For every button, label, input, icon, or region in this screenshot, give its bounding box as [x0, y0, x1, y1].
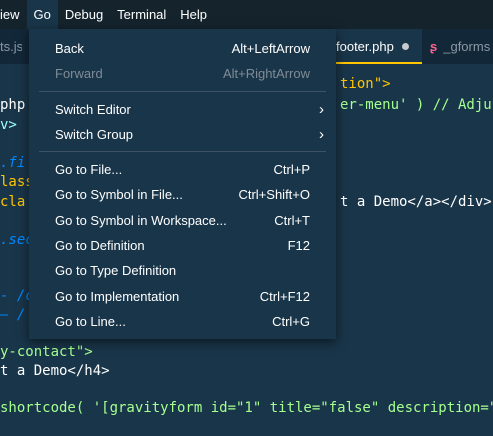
- menu-item-label: Back: [55, 41, 84, 56]
- code-fragment: — /: [0, 307, 26, 323]
- menu-item-label: Go to Definition: [55, 238, 145, 254]
- menu-debug[interactable]: Debug: [58, 0, 110, 29]
- chevron-right-icon: ›: [319, 125, 324, 143]
- code-fragment: t a Demo</a></div>: [340, 194, 492, 210]
- menu-item-label: Go to Type Definition: [55, 263, 177, 279]
- menu-item-label: Forward: [55, 66, 103, 82]
- code-fragment: php: [0, 97, 26, 113]
- chevron-right-icon: ›: [319, 100, 324, 118]
- menu-view[interactable]: iew: [0, 0, 27, 29]
- menu-item-label: Switch Group: [55, 126, 134, 142]
- menu-item-switch-editor[interactable]: Switch Editor ›: [29, 97, 336, 122]
- menu-item-label: Go to Symbol in Workspace...: [55, 212, 227, 228]
- code-fragment: tion">: [340, 76, 391, 92]
- menu-item-shortcut: Ctrl+G: [272, 313, 310, 329]
- code-fragment: y-contact">: [0, 344, 93, 360]
- tab-label: ts.js: [0, 39, 22, 54]
- menu-item-back[interactable]: Back Alt+LeftArrow: [29, 36, 336, 61]
- menu-item-go-to-symbol-in-file[interactable]: Go to Symbol in File... Ctrl+Shift+O: [29, 182, 336, 207]
- menu-item-go-to-definition[interactable]: Go to Definition F12: [29, 233, 336, 258]
- menu-item-go-to-type-definition[interactable]: Go to Type Definition: [29, 258, 336, 283]
- menu-item-shortcut: Alt+LeftArrow: [231, 41, 310, 56]
- menu-item-go-to-symbol-in-workspace[interactable]: Go to Symbol in Workspace... Ctrl+T: [29, 208, 336, 233]
- menu-separator: [39, 90, 326, 92]
- menu-go[interactable]: Go: [26, 0, 58, 29]
- tab-label: footer.php: [336, 39, 394, 54]
- menu-help[interactable]: Help: [173, 0, 214, 29]
- code-fragment: v>: [0, 117, 17, 133]
- menu-item-label: Go to Line...: [55, 313, 126, 329]
- menu-bar: iew Go Debug Terminal Help: [0, 0, 493, 29]
- menu-item-label: Go to Symbol in File...: [55, 187, 183, 203]
- menu-separator: [39, 151, 326, 153]
- menu-item-label: Go to File...: [55, 162, 123, 178]
- menu-item-label: Go to Implementation: [55, 288, 180, 304]
- menu-item-shortcut: Alt+RightArrow: [222, 66, 310, 82]
- menu-item-label: Switch Editor: [55, 101, 131, 117]
- menu-item-shortcut: Ctrl+F12: [259, 288, 310, 304]
- menu-item-shortcut: Ctrl+P: [273, 162, 310, 178]
- menu-item-shortcut: F12: [287, 238, 310, 254]
- tab-label: _gforms: [443, 39, 491, 54]
- sass-file-icon: ʂ: [430, 39, 438, 54]
- menu-item-go-to-file[interactable]: Go to File... Ctrl+P: [29, 157, 336, 182]
- menu-item-go-to-line[interactable]: Go to Line... Ctrl+G: [29, 309, 336, 334]
- tab-footer-php[interactable]: footer.php: [330, 29, 422, 64]
- menu-item-forward: Forward Alt+RightArrow: [29, 61, 336, 86]
- menu-item-switch-group[interactable]: Switch Group ›: [29, 122, 336, 147]
- code-string: er-menu' ) // Adjus: [340, 97, 493, 113]
- unsaved-dot-icon[interactable]: [401, 43, 409, 50]
- menu-item-shortcut: Ctrl+T: [274, 212, 310, 228]
- code-fragment: t a Demo</h4>: [0, 363, 110, 379]
- menu-terminal[interactable]: Terminal: [110, 0, 173, 29]
- code-fragment: .fi: [0, 155, 26, 171]
- code-fragment: shortcode( '[gravityform id="1" title="f…: [0, 400, 493, 416]
- tab-gforms[interactable]: ʂ _gforms: [422, 29, 493, 64]
- code-fragment: cla: [0, 194, 26, 210]
- go-menu-dropdown: Back Alt+LeftArrow Forward Alt+RightArro…: [29, 29, 336, 339]
- code-fragment: er-menu' ) // Adjus: [340, 95, 493, 115]
- menu-item-shortcut: Ctrl+Shift+O: [238, 187, 310, 203]
- tab-js-file[interactable]: ts.js: [0, 29, 22, 64]
- menu-item-go-to-implementation[interactable]: Go to Implementation Ctrl+F12: [29, 284, 336, 309]
